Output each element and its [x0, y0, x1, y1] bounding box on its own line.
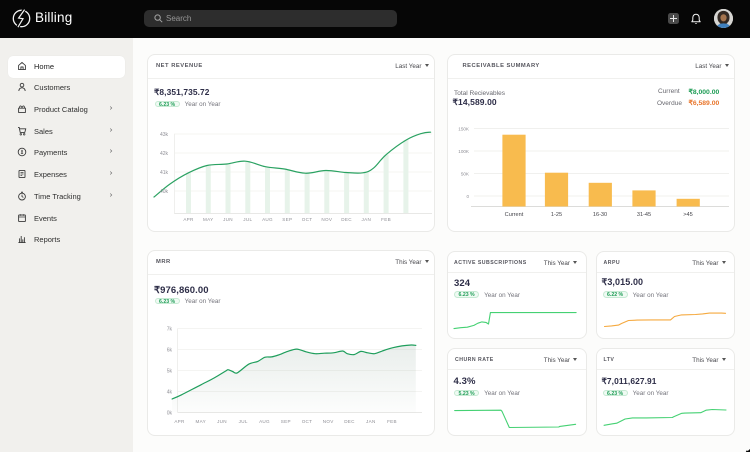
- svg-text:4k: 4k: [167, 389, 173, 395]
- svg-text:Current: Current: [505, 212, 524, 218]
- svg-text:FEB: FEB: [381, 217, 391, 222]
- svg-text:SEP: SEP: [282, 217, 292, 222]
- svg-text:JUN: JUN: [217, 419, 227, 424]
- svg-text:AUG: AUG: [262, 217, 273, 222]
- svg-text:FEB: FEB: [387, 419, 397, 424]
- svg-text:APR: APR: [174, 419, 185, 424]
- svg-text:DEC: DEC: [341, 217, 352, 222]
- svg-text:0k: 0k: [167, 410, 173, 416]
- svg-text:AUG: AUG: [259, 419, 270, 424]
- svg-text:1-25: 1-25: [551, 212, 562, 218]
- svg-text:40k: 40k: [160, 189, 169, 195]
- svg-text:5k: 5k: [167, 368, 173, 374]
- svg-text:16-30: 16-30: [593, 212, 607, 218]
- svg-text:JUL: JUL: [243, 217, 252, 222]
- svg-text:43k: 43k: [160, 132, 169, 138]
- svg-text:0: 0: [466, 194, 469, 199]
- svg-text:42k: 42k: [160, 151, 169, 157]
- svg-text:>45: >45: [683, 212, 693, 218]
- svg-text:NOV: NOV: [321, 217, 332, 222]
- svg-text:150K: 150K: [458, 126, 470, 131]
- svg-text:DEC: DEC: [344, 419, 355, 424]
- svg-text:MAY: MAY: [196, 419, 207, 424]
- svg-text:NOV: NOV: [323, 419, 334, 424]
- svg-text:41k: 41k: [160, 170, 169, 176]
- svg-text:OCT: OCT: [302, 217, 313, 222]
- svg-text:JUN: JUN: [223, 217, 233, 222]
- svg-text:50K: 50K: [461, 171, 470, 176]
- svg-text:6k: 6k: [167, 347, 173, 353]
- svg-text:31-45: 31-45: [637, 212, 651, 218]
- svg-text:OCT: OCT: [302, 419, 313, 424]
- svg-text:7k: 7k: [167, 326, 173, 332]
- svg-text:JAN: JAN: [366, 419, 376, 424]
- svg-text:JAN: JAN: [362, 217, 372, 222]
- svg-text:JUL: JUL: [239, 419, 248, 424]
- svg-text:APR: APR: [183, 217, 194, 222]
- svg-text:MAY: MAY: [203, 217, 214, 222]
- svg-text:100K: 100K: [458, 149, 470, 154]
- svg-text:SEP: SEP: [281, 419, 291, 424]
